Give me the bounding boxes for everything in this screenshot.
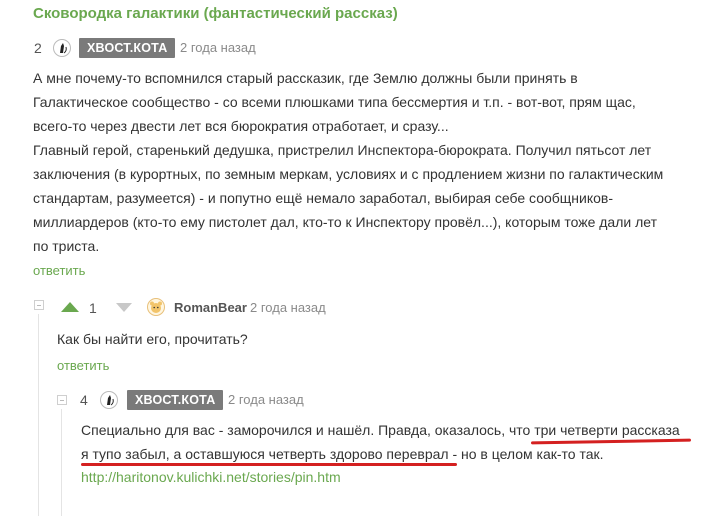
cat-avatar-icon [107,395,114,406]
comment-line: Главный герой, старенький дедушка, прист… [33,142,652,158]
comment-rating: 1 [89,300,97,316]
collapse-toggle[interactable] [34,300,44,310]
collapse-toggle[interactable] [57,395,67,405]
comment-line: Как бы найти его, прочитать? [57,331,248,347]
avatar[interactable] [100,391,118,409]
avatar[interactable] [147,298,165,316]
comment-time[interactable]: 2 года назад [228,392,304,407]
avatar[interactable] [53,39,71,57]
thread-line [61,409,62,516]
bear-avatar-icon [150,301,162,313]
reply-button[interactable]: ответить [57,358,109,373]
comment-body: Как бы найти его, прочитать? [57,327,248,351]
comment-time[interactable]: 2 года назад [180,40,256,55]
author-name[interactable]: RomanBear [174,300,247,315]
comment-line: заключения (в курортных, по земным мерка… [33,166,664,182]
downvote-icon[interactable] [114,301,134,313]
comment-line: стандартам, разумеется) - и попутно ещё … [33,190,614,206]
reply-button[interactable]: ответить [33,263,85,278]
comment-body: А мне почему-то вспомнился старый расска… [33,66,663,258]
author-badge[interactable]: ХВОСТ.КОТА [127,390,224,410]
story-link[interactable]: http://haritonov.kulichki.net/stories/pi… [81,469,341,485]
comment-line: миллиардеров (кто-то ему пистолет дал, к… [33,214,657,230]
upvote-icon[interactable] [59,300,81,314]
thread-line [38,314,39,516]
comment-line: по триста. [33,238,100,254]
comment-line: Галактическое сообщество - со всеми плюш… [33,94,636,110]
cat-avatar-icon [60,43,67,54]
comment-rating: 4 [80,392,88,408]
post-title-link[interactable]: Сковородка галактики (фантастический рас… [33,5,398,22]
comment-line: Специально для вас - заморочился и нашёл… [81,422,680,438]
comment-rating: 2 [34,40,42,56]
comment-line: А мне почему-то вспомнился старый расска… [33,70,578,86]
author-badge[interactable]: ХВОСТ.КОТА [79,38,176,58]
comment-line: всего-то через двести лет вся бюрократия… [33,118,449,134]
highlight-underline [81,463,457,466]
comment-time[interactable]: 2 года назад [250,300,326,315]
